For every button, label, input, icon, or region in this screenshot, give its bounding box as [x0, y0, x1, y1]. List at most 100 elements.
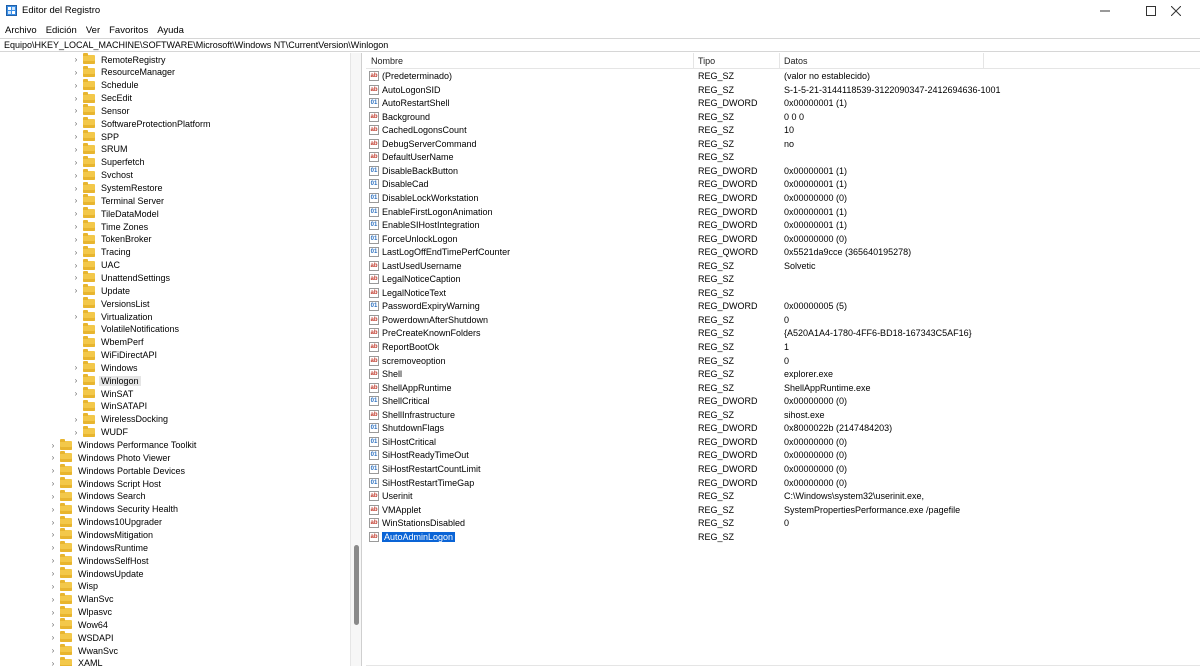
tree-item[interactable]: › ResourceManager: [72, 65, 177, 79]
chevron-right-icon[interactable]: ›: [49, 620, 57, 629]
chevron-right-icon[interactable]: ›: [49, 466, 57, 475]
tree-item[interactable]: › WlanSvc: [49, 592, 116, 606]
chevron-right-icon[interactable]: ›: [49, 505, 57, 514]
value-row[interactable]: ab PreCreateKnownFolders REG_SZ {A520A1A4-1…: [366, 327, 1200, 341]
chevron-right-icon[interactable]: ›: [72, 145, 80, 154]
chevron-right-icon[interactable]: ›: [72, 222, 80, 231]
value-row[interactable]: ab Shell REG_SZ explorer.exe: [366, 368, 1200, 382]
value-row-selected[interactable]: ab AutoAdminLogon REG_SZ: [366, 530, 1200, 545]
tree-item[interactable]: › Windows Search: [49, 489, 148, 503]
tree-item[interactable]: › Update: [72, 284, 132, 297]
value-row[interactable]: ab LastUsedUsername REG_SZ Solvetic: [366, 260, 1200, 274]
value-row[interactable]: 01 DisableBackButton REG_DWORD 0x00000001 (…: [366, 165, 1200, 179]
value-row[interactable]: ab LegalNoticeText REG_SZ: [366, 287, 1200, 301]
chevron-right-icon[interactable]: ›: [49, 646, 57, 655]
tree-item[interactable]: › WinSAT: [72, 387, 135, 400]
tree-item[interactable]: › Schedule: [72, 78, 141, 92]
value-row[interactable]: ab PowerdownAfterShutdown REG_SZ 0: [366, 314, 1200, 328]
tree-item[interactable]: › Windows: [72, 361, 140, 374]
column-header-data[interactable]: Datos: [784, 56, 808, 66]
chevron-right-icon[interactable]: ›: [72, 81, 80, 90]
tree-item[interactable]: › WindowsRuntime: [49, 541, 150, 554]
value-row[interactable]: ab AutoLogonSID REG_SZ S-1-5-21-3144118539-…: [366, 84, 1200, 98]
tree-item[interactable]: WiFiDirectAPI: [72, 348, 159, 362]
chevron-right-icon[interactable]: ›: [49, 441, 57, 450]
tree-item[interactable]: › UnattendSettings: [72, 271, 172, 284]
chevron-right-icon[interactable]: ›: [72, 312, 80, 321]
value-row[interactable]: 01 PasswordExpiryWarning REG_DWORD 0x000000…: [366, 300, 1200, 314]
value-row[interactable]: ab LegalNoticeCaption REG_SZ: [366, 273, 1200, 287]
tree-item[interactable]: › Windows10Upgrader: [49, 515, 164, 529]
chevron-right-icon[interactable]: ›: [72, 235, 80, 244]
address-bar[interactable]: Equipo\HKEY_LOCAL_MACHINE\SOFTWARE\Micro…: [0, 38, 1200, 52]
tree-item[interactable]: › Tracing: [72, 245, 133, 259]
value-row[interactable]: ab Userinit REG_SZ C:\Windows\system32\user…: [366, 490, 1200, 504]
menu-ayuda[interactable]: Ayuda: [157, 25, 184, 36]
chevron-right-icon[interactable]: ›: [72, 389, 80, 398]
menu-favoritos[interactable]: Favoritos: [109, 25, 148, 36]
tree-item[interactable]: › Wow64: [49, 618, 110, 631]
column-divider[interactable]: [779, 53, 780, 69]
chevron-right-icon[interactable]: ›: [72, 119, 80, 128]
value-row[interactable]: ab Background REG_SZ 0 0 0: [366, 111, 1200, 125]
chevron-right-icon[interactable]: ›: [72, 261, 80, 270]
chevron-right-icon[interactable]: ›: [72, 273, 80, 282]
chevron-right-icon[interactable]: ›: [72, 376, 80, 385]
tree-item[interactable]: › Windows Script Host: [49, 477, 163, 490]
value-row[interactable]: 01 SiHostRestartTimeGap REG_DWORD 0x0000000…: [366, 477, 1200, 491]
tree-item[interactable]: › Windows Performance Toolkit: [49, 438, 198, 452]
value-row[interactable]: ab ShellInfrastructure REG_SZ sihost.exe: [366, 409, 1200, 423]
chevron-right-icon[interactable]: ›: [72, 158, 80, 167]
tree-item[interactable]: › WirelessDocking: [72, 412, 170, 426]
tree-item[interactable]: › Virtualization: [72, 310, 154, 323]
value-row[interactable]: 01 EnableSIHostIntegration REG_DWORD 0x0000…: [366, 219, 1200, 233]
menu-edicion[interactable]: Edición: [46, 25, 77, 36]
chevron-right-icon[interactable]: ›: [72, 68, 80, 77]
value-row[interactable]: ab ReportBootOk REG_SZ 1: [366, 341, 1200, 355]
chevron-right-icon[interactable]: ›: [72, 209, 80, 218]
chevron-right-icon[interactable]: ›: [72, 132, 80, 141]
tree-item[interactable]: › Windows Photo Viewer: [49, 451, 172, 464]
tree-scrollbar-thumb[interactable]: [354, 545, 359, 625]
tree-item[interactable]: › Terminal Server: [72, 194, 166, 207]
tree-item[interactable]: › SRUM: [72, 142, 130, 156]
value-row[interactable]: ab VMApplet REG_SZ SystemPropertiesPerforma…: [366, 504, 1200, 518]
minimize-button[interactable]: [1082, 0, 1128, 22]
tree-item[interactable]: WinSATAPI: [72, 399, 149, 413]
chevron-right-icon[interactable]: ›: [72, 415, 80, 424]
value-row[interactable]: ab CachedLogonsCount REG_SZ 10: [366, 124, 1200, 138]
chevron-right-icon[interactable]: ›: [72, 286, 80, 295]
chevron-right-icon[interactable]: ›: [49, 453, 57, 462]
tree-item-selected[interactable]: › Winlogon: [72, 374, 141, 387]
tree-item[interactable]: WbemPerf: [72, 335, 146, 349]
tree-item[interactable]: › SPP: [72, 130, 121, 143]
value-row[interactable]: ab WinStationsDisabled REG_SZ 0: [366, 517, 1200, 531]
chevron-right-icon[interactable]: ›: [49, 608, 57, 617]
chevron-right-icon[interactable]: ›: [49, 543, 57, 552]
chevron-right-icon[interactable]: ›: [72, 106, 80, 115]
close-button[interactable]: [1152, 0, 1200, 22]
chevron-right-icon[interactable]: ›: [49, 582, 57, 591]
chevron-right-icon[interactable]: ›: [49, 659, 57, 666]
value-row[interactable]: 01 ForceUnlockLogon REG_DWORD 0x00000000 (0…: [366, 233, 1200, 247]
tree-item[interactable]: › Wisp: [49, 579, 100, 593]
tree-item[interactable]: › Windows Security Health: [49, 502, 180, 516]
value-row[interactable]: 01 AutoRestartShell REG_DWORD 0x00000001 (1…: [366, 97, 1200, 111]
tree-item[interactable]: › Time Zones: [72, 220, 150, 233]
tree-item[interactable]: › Svchost: [72, 168, 135, 182]
value-row[interactable]: 01 ShutdownFlags REG_DWORD 0x8000022b (2147…: [366, 422, 1200, 436]
chevron-right-icon[interactable]: ›: [49, 492, 57, 501]
value-row[interactable]: ab scremoveoption REG_SZ 0: [366, 355, 1200, 369]
chevron-right-icon[interactable]: ›: [72, 363, 80, 372]
tree-item[interactable]: › UAC: [72, 258, 122, 272]
chevron-right-icon[interactable]: ›: [49, 556, 57, 565]
chevron-right-icon[interactable]: ›: [72, 428, 80, 437]
tree-item[interactable]: › SystemRestore: [72, 181, 165, 195]
tree-scrollbar[interactable]: [350, 53, 361, 666]
tree-item[interactable]: › RemoteRegistry: [72, 53, 168, 66]
chevron-right-icon[interactable]: ›: [72, 184, 80, 193]
tree-item[interactable]: VolatileNotifications: [72, 322, 181, 336]
value-row[interactable]: 01 SiHostCritical REG_DWORD 0x00000000 (0): [366, 436, 1200, 450]
chevron-right-icon[interactable]: ›: [49, 530, 57, 539]
tree-item[interactable]: › WSDAPI: [49, 631, 116, 644]
